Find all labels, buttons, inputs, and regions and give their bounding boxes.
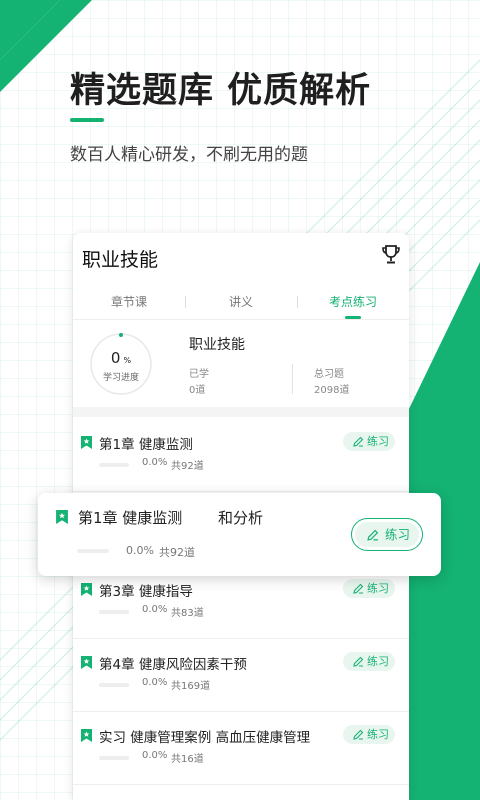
popup-chapter-title: 第1章 健康监测 <box>78 509 183 527</box>
headline-underline <box>70 118 104 122</box>
tabs-divider-line <box>73 319 409 320</box>
bookmark-icon <box>81 583 92 596</box>
chapter-title: 实习 健康管理案例 高血压健康管理 <box>99 730 311 746</box>
chapter-question-count: 共83道 <box>171 608 204 619</box>
chapter-title: 第1章 健康监测 <box>99 437 193 453</box>
section-gap <box>73 407 409 417</box>
chapter-item[interactable]: 实习 健康管理案例 高血压健康管理 0.0% 共16道 练习 <box>73 712 409 785</box>
popup-percent: 0.0% <box>126 544 154 557</box>
chapter-question-count: 共169道 <box>171 681 211 692</box>
chapter-percent: 0.0% <box>142 604 168 615</box>
card-title: 职业技能 <box>82 249 159 271</box>
progress-label: 学习进度 <box>102 373 139 383</box>
bookmark-icon <box>81 436 92 449</box>
total-label: 总习题 <box>314 369 344 380</box>
stat-divider <box>292 364 293 394</box>
pencil-icon <box>353 656 364 667</box>
chapter-progress-bar <box>99 756 129 760</box>
popup-practice-button[interactable]: 练习 <box>351 518 423 551</box>
chapter-item[interactable]: 第3章 健康指导 0.0% 共83道 练习 <box>73 566 409 639</box>
subtitle: 数百人精心研发，不刷无用的题 <box>70 145 308 165</box>
practice-button[interactable]: 练习 <box>343 652 395 671</box>
practice-button[interactable]: 练习 <box>343 432 395 451</box>
pencil-icon <box>353 729 364 740</box>
chapter-progress-bar <box>99 683 129 687</box>
popup-question-count: 共92道 <box>159 546 195 559</box>
tab-chapter-course[interactable]: 章节课 <box>73 291 185 317</box>
chapter-title: 第4章 健康风险因素干预 <box>99 657 247 673</box>
total-value: 2098道 <box>314 385 350 396</box>
tab-divider <box>185 296 186 308</box>
trophy-icon[interactable] <box>381 244 401 266</box>
bookmark-icon <box>81 729 92 742</box>
chapter-title: 第3章 健康指导 <box>99 584 193 600</box>
practice-button[interactable]: 练习 <box>343 579 395 598</box>
chapter-item[interactable]: 第1章 健康监测 0.0% 共92道 练习 <box>73 419 409 492</box>
popup-progress-bar <box>77 549 109 553</box>
chapter-percent: 0.0% <box>142 750 168 761</box>
popup-chapter-title-suffix: 和分析 <box>218 509 264 527</box>
progress-percentage: 0% <box>110 349 132 367</box>
pencil-icon <box>353 436 364 447</box>
chapter-percent: 0.0% <box>142 677 168 688</box>
chapter-item[interactable]: 第4章 健康风险因素干预 0.0% 共169道 练习 <box>73 639 409 712</box>
studied-label: 已学 <box>189 369 209 380</box>
summary-subject-name: 职业技能 <box>189 337 245 353</box>
chapter-progress-bar <box>99 610 129 614</box>
chapter-percent: 0.0% <box>142 457 168 468</box>
chapter-progress-bar <box>99 463 129 467</box>
chapter-question-count: 共92道 <box>171 461 204 472</box>
chapter-question-count: 共16道 <box>171 754 204 765</box>
tab-handout[interactable]: 讲义 <box>185 291 297 317</box>
headline: 精选题库 优质解析 <box>70 71 372 111</box>
tab-key-point-practice[interactable]: 考点练习 <box>297 291 409 319</box>
highlighted-chapter-popup[interactable]: 第1章 健康监测 和分析 0.0% 共92道 练习 <box>38 493 441 576</box>
pencil-icon <box>367 529 379 541</box>
bookmark-icon <box>56 510 68 524</box>
bookmark-icon <box>81 656 92 669</box>
practice-button[interactable]: 练习 <box>343 725 395 744</box>
pencil-icon <box>353 583 364 594</box>
studied-value: 0道 <box>189 385 206 396</box>
tab-divider <box>297 296 298 308</box>
tab-bar: 章节课 讲义 考点练习 <box>73 291 409 319</box>
